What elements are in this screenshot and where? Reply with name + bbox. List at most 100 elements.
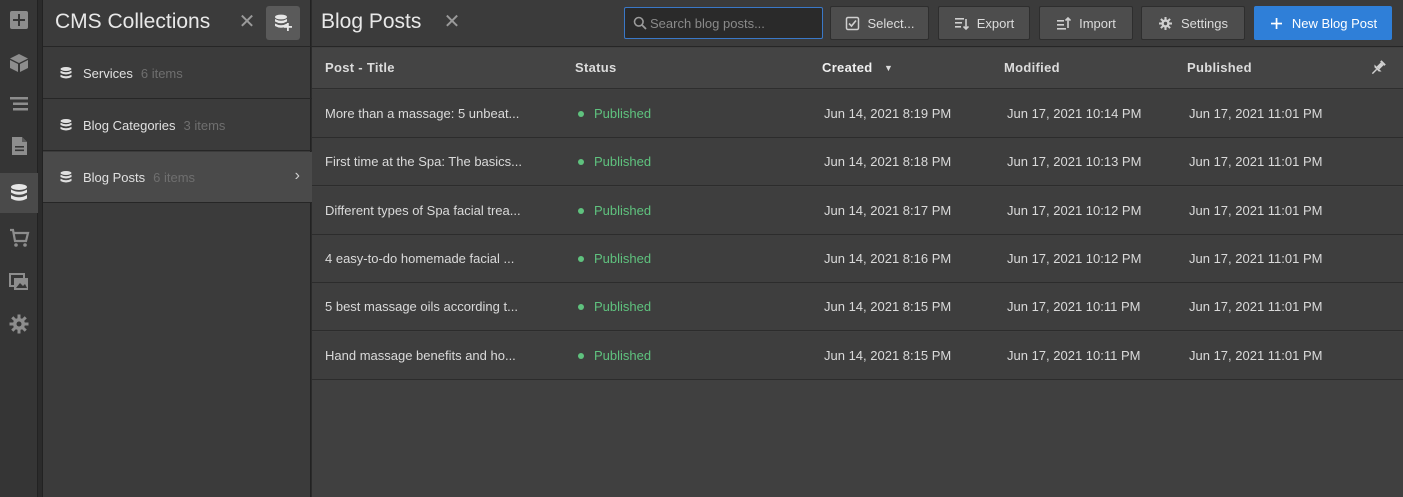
settings-button[interactable]: Settings: [1141, 6, 1245, 40]
status-dot: [578, 256, 584, 262]
select-button[interactable]: Select...: [830, 6, 929, 40]
column-header-published[interactable]: Published: [1187, 60, 1252, 75]
sort-descending-icon[interactable]: ▼: [884, 63, 893, 73]
collection-count: 6 items: [140, 65, 183, 81]
components-button[interactable]: [0, 43, 38, 83]
table-header: Post - Title Status Created ▼ Modified P…: [312, 48, 1403, 89]
database-icon: [11, 184, 27, 201]
page-title: Blog Posts: [321, 10, 422, 33]
new-blog-post-button[interactable]: New Blog Post: [1254, 6, 1392, 40]
table-row[interactable]: Different types of Spa facial trea... Pu…: [312, 187, 1403, 235]
assets-button[interactable]: [0, 262, 38, 302]
status-dot: [578, 304, 584, 310]
row-modified: Jun 17, 2021 10:11 PM: [1007, 348, 1141, 363]
row-published: Jun 17, 2021 11:01 PM: [1189, 106, 1323, 121]
cms-app: CMS Collections ✕ Services 6 items Blog …: [0, 0, 1403, 497]
row-published: Jun 17, 2021 11:01 PM: [1189, 348, 1323, 363]
export-icon: [954, 17, 969, 30]
add-icon: [10, 11, 28, 29]
settings-rail-button[interactable]: [0, 304, 38, 344]
status-dot: [578, 353, 584, 359]
assets-icon: [9, 273, 28, 290]
row-modified: Jun 17, 2021 10:14 PM: [1007, 106, 1142, 121]
collection-item-services[interactable]: Services 6 items: [43, 48, 312, 99]
collections-title: CMS Collections: [55, 10, 211, 33]
plus-icon: [1270, 17, 1282, 29]
status-badge: Published: [594, 154, 652, 169]
collection-name: Blog Categories: [83, 117, 176, 133]
row-modified: Jun 17, 2021 10:12 PM: [1007, 203, 1142, 218]
export-button[interactable]: Export: [938, 6, 1030, 40]
gear-icon: [1159, 16, 1172, 30]
status-badge: Published: [594, 299, 652, 314]
add-collection-button[interactable]: [266, 6, 300, 40]
database-icon: [60, 119, 72, 131]
ecommerce-button[interactable]: [0, 218, 38, 258]
main-panel: Blog Posts ✕ Select... Export Import: [312, 0, 1403, 497]
table-row[interactable]: More than a massage: 5 unbeat... Publish…: [312, 90, 1403, 138]
collection-name: Services: [83, 65, 133, 81]
database-icon: [60, 171, 72, 183]
row-modified: Jun 17, 2021 10:12 PM: [1007, 251, 1142, 266]
column-header-title[interactable]: Post - Title: [325, 60, 395, 75]
row-created: Jun 14, 2021 8:18 PM: [824, 154, 952, 169]
table-row[interactable]: 4 easy-to-do homemade facial ... Publish…: [312, 235, 1403, 283]
pages-button[interactable]: [0, 126, 38, 166]
column-header-created[interactable]: Created: [822, 60, 873, 75]
status-badge: Published: [594, 251, 652, 266]
row-title: Hand massage benefits and ho...: [325, 348, 516, 363]
close-icon: ✕: [443, 11, 461, 33]
row-created: Jun 14, 2021 8:17 PM: [824, 203, 952, 218]
database-icon: [60, 67, 72, 79]
collection-item-blog-posts[interactable]: Blog Posts 6 items ›: [43, 152, 312, 203]
table-row[interactable]: Hand massage benefits and ho... Publishe…: [312, 332, 1403, 380]
search-box: [624, 7, 823, 39]
search-input[interactable]: [650, 8, 820, 38]
row-created: Jun 14, 2021 8:16 PM: [824, 251, 952, 266]
row-published: Jun 17, 2021 11:01 PM: [1189, 154, 1323, 169]
collection-item-blog-categories[interactable]: Blog Categories 3 items: [43, 100, 312, 151]
row-title: More than a massage: 5 unbeat...: [325, 106, 520, 121]
status-dot: [578, 159, 584, 165]
table-row[interactable]: First time at the Spa: The basics... Pub…: [312, 138, 1403, 186]
settings-label: Settings: [1181, 15, 1228, 31]
select-label: Select...: [867, 15, 915, 31]
new-blog-post-label: New Blog Post: [1291, 15, 1378, 31]
pin-icon[interactable]: [1369, 59, 1387, 77]
collection-name: Blog Posts: [83, 169, 146, 185]
row-published: Jun 17, 2021 11:01 PM: [1189, 299, 1323, 314]
collection-count: 6 items: [153, 169, 196, 185]
row-modified: Jun 17, 2021 10:13 PM: [1007, 154, 1142, 169]
status-badge: Published: [594, 106, 652, 121]
row-title: First time at the Spa: The basics...: [325, 154, 523, 169]
status-dot: [578, 208, 584, 214]
chevron-right-icon: ›: [294, 167, 300, 184]
row-title: 5 best massage oils according t...: [325, 299, 518, 314]
cms-button[interactable]: [0, 173, 38, 213]
close-icon: ✕: [238, 11, 256, 33]
row-created: Jun 14, 2021 8:19 PM: [824, 106, 952, 121]
close-collections-button[interactable]: ✕: [236, 11, 258, 33]
navigator-button[interactable]: [0, 84, 38, 124]
search-icon: [633, 16, 647, 30]
checkbox-icon: [845, 16, 859, 30]
cart-icon: [10, 228, 30, 247]
collections-header: CMS Collections ✕: [43, 0, 312, 47]
close-collection-button[interactable]: ✕: [441, 11, 463, 33]
row-title: Different types of Spa facial trea...: [325, 203, 521, 218]
table-row[interactable]: 5 best massage oils according t... Publi…: [312, 283, 1403, 331]
status-dot: [578, 111, 584, 117]
column-header-status[interactable]: Status: [575, 60, 617, 75]
box-icon: [10, 54, 28, 72]
collection-count: 3 items: [183, 117, 226, 133]
navigator-icon: [10, 97, 28, 111]
import-button[interactable]: Import: [1039, 6, 1133, 40]
add-elements-button[interactable]: [0, 0, 38, 40]
collections-panel: CMS Collections ✕ Services 6 items Blog …: [42, 0, 312, 497]
left-rail: [0, 0, 38, 497]
status-badge: Published: [594, 203, 652, 218]
column-header-modified[interactable]: Modified: [1004, 60, 1060, 75]
status-badge: Published: [594, 348, 652, 363]
add-collection-icon: [275, 14, 292, 31]
import-label: Import: [1079, 15, 1116, 31]
